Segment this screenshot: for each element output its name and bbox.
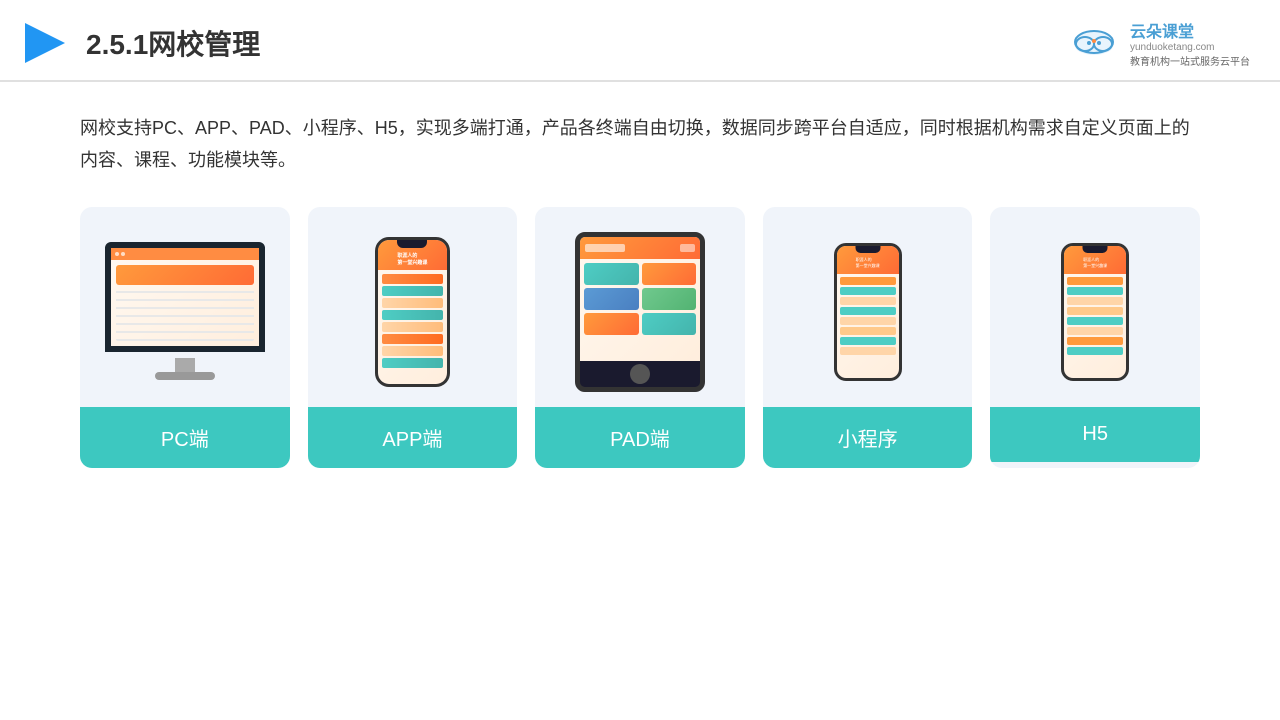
logo-cloud-icon bbox=[1067, 21, 1122, 66]
play-icon bbox=[20, 18, 70, 68]
phone-mini-mockup: 职涯人的第一堂兴趣课 bbox=[834, 243, 902, 381]
monitor-inner bbox=[111, 248, 259, 346]
tablet-bar-text bbox=[585, 244, 625, 252]
card-app-label: APP端 bbox=[308, 407, 518, 468]
card-pc-image bbox=[80, 207, 290, 407]
h5-row-2 bbox=[1067, 287, 1123, 295]
tablet-block-4 bbox=[642, 288, 697, 310]
description-text: 网校支持PC、APP、PAD、小程序、H5，实现多端打通，产品各终端自由切换，数… bbox=[80, 112, 1200, 177]
phone-h5-screen: 职涯人的第一堂兴趣课 bbox=[1064, 246, 1126, 378]
phone-h5-mockup: 职涯人的第一堂兴趣课 bbox=[1061, 243, 1129, 381]
tablet-topbar bbox=[580, 237, 700, 259]
phone-screen: 职涯人的第一堂兴趣课 bbox=[378, 240, 447, 384]
monitor-screen bbox=[105, 242, 265, 352]
pc-monitor-mockup bbox=[100, 242, 270, 382]
main-content: 网校支持PC、APP、PAD、小程序、H5，实现多端打通，产品各终端自由切换，数… bbox=[0, 82, 1280, 488]
h5-row-3 bbox=[1067, 297, 1123, 305]
device-cards-row: PC端 职涯人的第一堂兴趣课 bbox=[80, 207, 1200, 468]
h5-row-4 bbox=[1067, 307, 1123, 315]
phone-h5-content bbox=[1064, 274, 1126, 358]
tablet-block-3 bbox=[584, 288, 639, 310]
h5-row-5 bbox=[1067, 317, 1123, 325]
card-h5-label: H5 bbox=[990, 407, 1200, 462]
card-app: 职涯人的第一堂兴趣课 APP端 bbox=[308, 207, 518, 468]
card-pc-label: PC端 bbox=[80, 407, 290, 468]
h5-row-6 bbox=[1067, 327, 1123, 335]
card-pad-label: PAD端 bbox=[535, 407, 745, 468]
tablet-block-1 bbox=[584, 263, 639, 285]
card-pad-image bbox=[535, 207, 745, 407]
page-header: 2.5.1网校管理 云朵课堂 yunduoketang.com 教育机构一站式服… bbox=[0, 0, 1280, 82]
phone-mini-content bbox=[837, 274, 899, 358]
phone-row-5 bbox=[382, 322, 443, 332]
tablet-block-5 bbox=[584, 313, 639, 335]
h5-row-7 bbox=[1067, 337, 1123, 345]
phone-row-8 bbox=[382, 358, 443, 368]
tablet-block-2 bbox=[642, 263, 697, 285]
phone-mini-notch bbox=[855, 246, 880, 253]
card-miniprogram-label: 小程序 bbox=[763, 407, 973, 468]
tablet-home-button bbox=[630, 364, 650, 384]
card-miniprogram-image: 职涯人的第一堂兴趣课 bbox=[763, 207, 973, 407]
phone-row-4 bbox=[382, 310, 443, 320]
logo-area: 云朵课堂 yunduoketang.com 教育机构一站式服务云平台 bbox=[1067, 18, 1250, 68]
mini-row-7 bbox=[840, 337, 896, 345]
tablet-screen bbox=[580, 237, 700, 361]
phone-h5-notch bbox=[1083, 246, 1108, 253]
h5-row-8 bbox=[1067, 347, 1123, 355]
phone-row-2 bbox=[382, 286, 443, 296]
phone-app-mockup: 职涯人的第一堂兴趣课 bbox=[375, 237, 450, 387]
h5-row-1 bbox=[1067, 277, 1123, 285]
phone-mini-screen: 职涯人的第一堂兴趣课 bbox=[837, 246, 899, 378]
tablet-bar-icon bbox=[680, 244, 695, 252]
logo-slogan: 教育机构一站式服务云平台 bbox=[1130, 53, 1250, 68]
tablet-content bbox=[580, 259, 700, 339]
mini-row-1 bbox=[840, 277, 896, 285]
mini-row-8 bbox=[840, 347, 896, 355]
logo-url: yunduoketang.com bbox=[1130, 42, 1215, 53]
mini-row-2 bbox=[840, 287, 896, 295]
logo-text: 云朵课堂 yunduoketang.com 教育机构一站式服务云平台 bbox=[1130, 18, 1250, 68]
monitor-content-area bbox=[111, 260, 259, 346]
phone-row-1 bbox=[382, 274, 443, 284]
logo-brand-name: 云朵课堂 bbox=[1130, 18, 1194, 42]
phone-notch bbox=[397, 240, 427, 248]
phone-screen-content bbox=[378, 270, 447, 372]
monitor-dot bbox=[121, 252, 125, 256]
card-pad: PAD端 bbox=[535, 207, 745, 468]
monitor-stand bbox=[175, 358, 195, 372]
card-h5-image: 职涯人的第一堂兴趣课 bbox=[990, 207, 1200, 407]
monitor-dot bbox=[115, 252, 119, 256]
mini-row-3 bbox=[840, 297, 896, 305]
tablet-mockup bbox=[575, 232, 705, 392]
phone-row-6 bbox=[382, 334, 443, 344]
card-app-image: 职涯人的第一堂兴趣课 bbox=[308, 207, 518, 407]
monitor-topbar bbox=[111, 248, 259, 260]
card-pc: PC端 bbox=[80, 207, 290, 468]
phone-row-7 bbox=[382, 346, 443, 356]
mini-row-6 bbox=[840, 327, 896, 335]
tablet-block-6 bbox=[642, 313, 697, 335]
page-title: 2.5.1网校管理 bbox=[86, 23, 260, 63]
card-h5: 职涯人的第一堂兴趣课 H5 bbox=[990, 207, 1200, 468]
monitor-base bbox=[155, 372, 215, 380]
mini-row-4 bbox=[840, 307, 896, 315]
card-miniprogram: 职涯人的第一堂兴趣课 小程序 bbox=[763, 207, 973, 468]
mini-row-5 bbox=[840, 317, 896, 325]
header-left: 2.5.1网校管理 bbox=[20, 18, 260, 68]
phone-row-3 bbox=[382, 298, 443, 308]
